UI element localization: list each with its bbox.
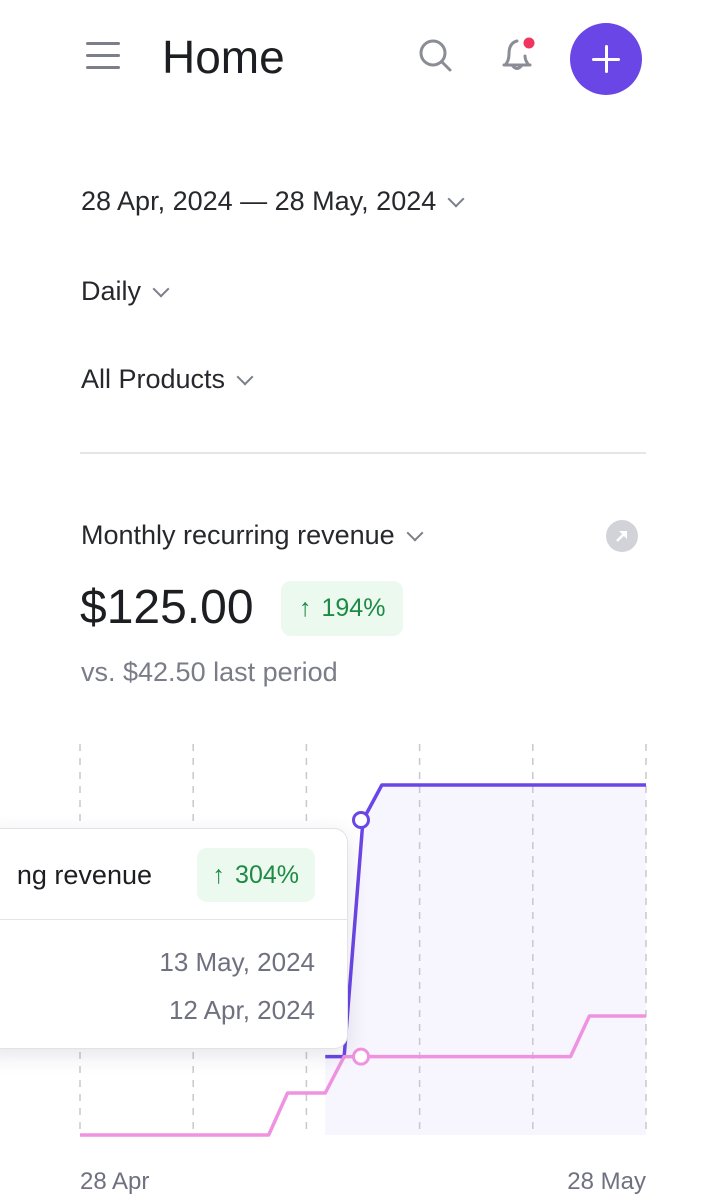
interval-select[interactable]: Daily [81,276,170,307]
arrow-up-icon: ↑ [299,594,312,622]
date-range-select[interactable]: 28 Apr, 2024 — 28 May, 2024 [81,186,465,217]
arrow-up-icon: ↑ [212,860,226,889]
bell-icon[interactable] [496,34,540,78]
chevron-down-icon [406,524,424,541]
divider [80,452,646,454]
metric-title: Monthly recurring revenue [81,520,395,550]
page-title: Home [162,31,285,83]
chevron-down-icon [236,368,254,385]
tooltip-current-date: 13 May, 2024 [159,947,315,977]
tooltip-label: ng revenue [16,860,152,890]
date-range-value: 28 Apr, 2024 — 28 May, 2024 [81,186,437,216]
add-button[interactable] [570,23,642,95]
x-tick-label: 28 May [567,1168,646,1195]
menu-icon[interactable] [86,40,122,72]
chart-tooltip: ng revenue ↑ 304% 13 May, 2024 12 Apr, 20… [0,828,348,1049]
open-external-icon[interactable] [606,520,638,552]
area-fill [325,785,646,1135]
notification-dot [523,37,535,49]
tooltip-change-badge: ↑ 304% [196,848,315,902]
products-value: All Products [81,364,226,394]
tooltip-change-value: 304% [235,860,299,889]
tooltip-previous-date: 12 Apr, 2024 [168,995,315,1025]
metric-select[interactable]: Monthly recurring revenue [81,520,424,551]
previous-highlight-point [352,1047,370,1066]
metric-value: $125.00 [80,581,254,634]
products-select[interactable]: All Products [81,364,254,395]
chevron-down-icon [447,190,465,207]
chevron-down-icon [152,280,170,297]
change-value: 194% [321,594,386,622]
comparison-text: vs. $42.50 last period [81,657,338,687]
search-icon[interactable] [416,36,456,76]
x-tick-label: 28 Apr [80,1168,150,1195]
current-highlight-point [352,811,370,829]
interval-value: Daily [81,276,142,306]
change-badge: ↑ 194% [281,581,404,636]
